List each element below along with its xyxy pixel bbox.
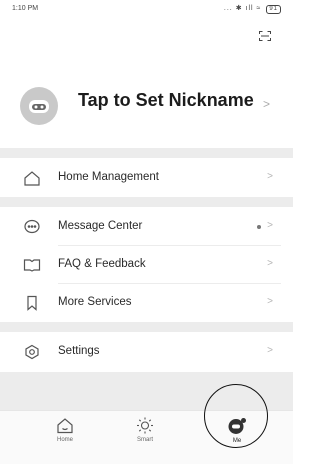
- tab-home[interactable]: Home: [35, 417, 95, 457]
- robot-avatar-icon: [29, 100, 49, 113]
- menu-item-label: FAQ & Feedback: [58, 258, 146, 270]
- menu-item-home-management[interactable]: Home Management >: [0, 159, 293, 197]
- menu-item-faq-feedback[interactable]: FAQ & Feedback >: [0, 246, 293, 284]
- unread-dot: [257, 225, 261, 229]
- house-icon: [24, 171, 40, 186]
- sun-icon: [137, 417, 153, 434]
- chevron-right-icon: >: [267, 220, 273, 231]
- status-icons: ... ✱ ıll ≈ 91: [224, 4, 281, 14]
- tab-label: Home: [56, 437, 73, 443]
- menu-item-settings[interactable]: Settings >: [0, 333, 293, 371]
- selected-tab-ring: [204, 384, 268, 448]
- chevron-right-icon: >: [263, 97, 271, 111]
- chevron-right-icon: >: [267, 345, 273, 356]
- bookmark-icon: [27, 295, 37, 311]
- chat-bubble-icon: [24, 219, 40, 234]
- tab-label: Smart: [136, 437, 153, 443]
- menu-item-label: Settings: [58, 345, 100, 357]
- book-icon: [23, 259, 41, 272]
- profile-header[interactable]: Tap to Set Nickname >: [0, 75, 293, 135]
- section-divider: [0, 148, 293, 158]
- tab-smart[interactable]: Smart: [115, 417, 175, 457]
- status-bar: 1:10 PM ... ✱ ıll ≈ 91: [0, 0, 293, 20]
- chevron-right-icon: >: [267, 258, 273, 269]
- section-divider: [0, 197, 293, 207]
- status-time: 1:10 PM: [12, 5, 39, 12]
- menu-item-label: More Services: [58, 296, 132, 308]
- menu-item-more-services[interactable]: More Services >: [0, 284, 293, 322]
- menu-item-message-center[interactable]: Message Center >: [0, 208, 293, 246]
- battery-icon: 91: [266, 5, 281, 14]
- avatar[interactable]: [20, 87, 58, 125]
- scan-icon[interactable]: [259, 28, 271, 41]
- chevron-right-icon: >: [267, 296, 273, 307]
- menu-item-label: Message Center: [58, 220, 143, 232]
- nickname-prompt[interactable]: Tap to Set Nickname: [78, 90, 254, 111]
- signal-wifi-icons: ... ✱ ıll ≈: [223, 5, 262, 12]
- chevron-right-icon: >: [267, 171, 273, 182]
- settings-icon: [25, 344, 39, 360]
- house-outline-icon: [57, 418, 73, 434]
- menu-item-label: Home Management: [58, 171, 159, 183]
- section-divider: [0, 322, 293, 332]
